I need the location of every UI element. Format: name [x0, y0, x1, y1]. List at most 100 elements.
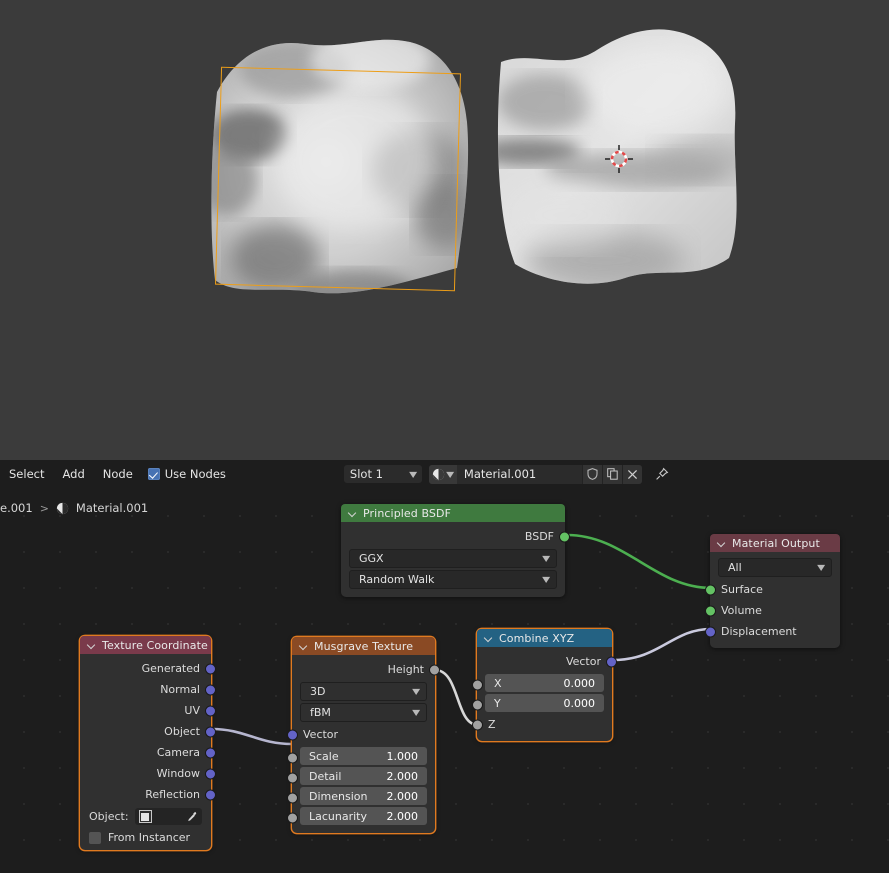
input-socket-volume[interactable]	[705, 605, 716, 616]
input-socket-z[interactable]	[472, 719, 483, 730]
input-socket-detail[interactable]	[287, 772, 298, 784]
node-header-principled-bsdf[interactable]: Principled BSDF	[341, 504, 565, 522]
output-socket-generated[interactable]	[205, 663, 216, 674]
chevron-down-icon[interactable]	[88, 641, 96, 649]
chevron-down-icon[interactable]	[718, 539, 726, 547]
x-field[interactable]: X 0.000	[485, 674, 604, 692]
output-socket-uv[interactable]	[205, 705, 216, 716]
3d-cursor-icon	[605, 145, 633, 173]
field-row-dimension[interactable]: Dimension 2.000	[287, 787, 435, 805]
socket-row-uv[interactable]: UV	[80, 700, 216, 721]
fake-user-button[interactable]	[581, 464, 602, 484]
material-name-field[interactable]: Material.001	[456, 464, 582, 484]
eyedropper-icon[interactable]	[186, 811, 198, 823]
link-object-to-vector	[211, 727, 293, 746]
menu-select[interactable]: Select	[0, 460, 53, 488]
node-header-texture-coordinate[interactable]: Texture Coordinate	[80, 636, 211, 654]
use-nodes-checkbox-icon[interactable]	[147, 468, 160, 480]
socket-row-volume[interactable]: Volume	[705, 600, 840, 621]
socket-row-generated[interactable]: Generated	[80, 658, 216, 679]
material-browse-button[interactable]: ▼	[428, 464, 457, 484]
output-socket-height[interactable]	[429, 664, 440, 675]
output-socket-normal[interactable]	[205, 684, 216, 695]
node-material-output[interactable]: Material Output All ▼ Surface Volume Dis	[705, 534, 840, 648]
dimensions-dropdown[interactable]: 3D ▼	[300, 682, 427, 701]
menu-add[interactable]: Add	[53, 460, 93, 488]
socket-label: Generated	[141, 662, 200, 675]
detail-field[interactable]: Detail 2.000	[300, 767, 427, 785]
node-principled-bsdf[interactable]: Principled BSDF BSDF GGX ▼ Random Walk ▼	[341, 504, 570, 597]
socket-row-window[interactable]: Window	[80, 763, 216, 784]
input-socket-lacunarity[interactable]	[287, 812, 298, 824]
target-dropdown[interactable]: All ▼	[718, 558, 832, 577]
y-field[interactable]: Y 0.000	[485, 694, 604, 712]
socket-row-camera[interactable]: Camera	[80, 742, 216, 763]
object-picker-field[interactable]	[134, 808, 202, 825]
node-title: Material Output	[732, 536, 820, 550]
displaced-plane-left[interactable]	[205, 30, 475, 305]
menu-node[interactable]: Node	[94, 460, 142, 488]
lacunarity-field[interactable]: Lacunarity 2.000	[300, 807, 427, 825]
node-body-principled-bsdf: BSDF GGX ▼ Random Walk ▼	[341, 522, 570, 597]
scale-value: 1.000	[386, 749, 419, 763]
field-row-x[interactable]: X 0.000	[472, 674, 612, 692]
pin-button[interactable]	[652, 464, 672, 484]
node-texture-coordinate[interactable]: Texture Coordinate Generated Normal UV O…	[80, 636, 216, 850]
node-header-material-output[interactable]: Material Output	[710, 534, 840, 552]
chevron-down-icon: ▼	[411, 687, 420, 696]
input-socket-scale[interactable]	[287, 752, 298, 764]
chevron-down-icon[interactable]	[349, 509, 357, 517]
input-socket-surface[interactable]	[705, 584, 716, 595]
node-header-musgrave-texture[interactable]: Musgrave Texture	[292, 637, 435, 655]
musgrave-type-dropdown[interactable]: fBM ▼	[300, 703, 427, 722]
socket-row-reflection[interactable]: Reflection	[80, 784, 216, 805]
unlink-material-button[interactable]	[621, 464, 642, 484]
output-socket-vector[interactable]	[606, 656, 617, 667]
material-slot-dropdown[interactable]: Slot 1 ▼	[343, 465, 422, 483]
material-sphere-icon	[433, 468, 445, 480]
use-nodes-toggle[interactable]: Use Nodes	[147, 467, 226, 481]
node-combine-xyz[interactable]: Combine XYZ Vector X 0.000 Y 0.000 Z	[472, 629, 617, 741]
scale-field[interactable]: Scale 1.000	[300, 747, 427, 765]
socket-label: Object	[164, 725, 200, 738]
input-socket-y[interactable]	[472, 699, 483, 711]
socket-row-z[interactable]: Z	[472, 714, 612, 735]
node-body-musgrave-texture: Height 3D ▼ fBM ▼ Vector Scale 1.000 Det…	[287, 655, 440, 833]
output-socket-bsdf[interactable]	[559, 531, 570, 542]
chevron-down-icon: ▼	[408, 469, 417, 479]
chevron-down-icon[interactable]	[300, 642, 308, 650]
dimension-field[interactable]: Dimension 2.000	[300, 787, 427, 805]
output-socket-reflection[interactable]	[205, 789, 216, 800]
new-material-button[interactable]	[601, 464, 622, 484]
node-title: Texture Coordinate	[102, 638, 208, 652]
node-musgrave-texture[interactable]: Musgrave Texture Height 3D ▼ fBM ▼ Vecto…	[287, 637, 440, 833]
from-instancer-checkbox-icon[interactable]	[89, 831, 101, 844]
socket-row-object[interactable]: Object	[80, 721, 216, 742]
node-header-combine-xyz[interactable]: Combine XYZ	[477, 629, 612, 647]
socket-row-displacement[interactable]: Displacement	[705, 621, 840, 642]
input-socket-displacement[interactable]	[705, 626, 716, 637]
from-instancer-toggle[interactable]: From Instancer	[89, 831, 202, 844]
output-socket-object[interactable]	[205, 726, 216, 737]
output-socket-window[interactable]	[205, 768, 216, 779]
socket-label: Reflection	[145, 788, 200, 801]
distribution-dropdown[interactable]: GGX ▼	[349, 549, 557, 568]
subsurface-method-dropdown[interactable]: Random Walk ▼	[349, 570, 557, 589]
socket-row-height[interactable]: Height	[292, 659, 440, 680]
socket-row-vector-out[interactable]: Vector	[477, 651, 617, 672]
shader-node-editor[interactable]: Principled BSDF BSDF GGX ▼ Random Walk ▼	[0, 488, 889, 873]
field-row-scale[interactable]: Scale 1.000	[287, 747, 435, 765]
socket-row-normal[interactable]: Normal	[80, 679, 216, 700]
socket-row-vector-in[interactable]: Vector	[287, 724, 435, 745]
output-socket-camera[interactable]	[205, 747, 216, 758]
input-socket-dimension[interactable]	[287, 792, 298, 804]
input-socket-x[interactable]	[472, 679, 483, 691]
field-row-y[interactable]: Y 0.000	[472, 694, 612, 712]
field-row-detail[interactable]: Detail 2.000	[287, 767, 435, 785]
socket-row-surface[interactable]: Surface	[705, 579, 840, 600]
input-socket-vector[interactable]	[287, 729, 298, 740]
3d-viewport[interactable]	[0, 0, 889, 460]
chevron-down-icon[interactable]	[485, 634, 493, 642]
socket-row-bsdf-out[interactable]: BSDF	[341, 526, 570, 547]
field-row-lacunarity[interactable]: Lacunarity 2.000	[287, 807, 435, 825]
